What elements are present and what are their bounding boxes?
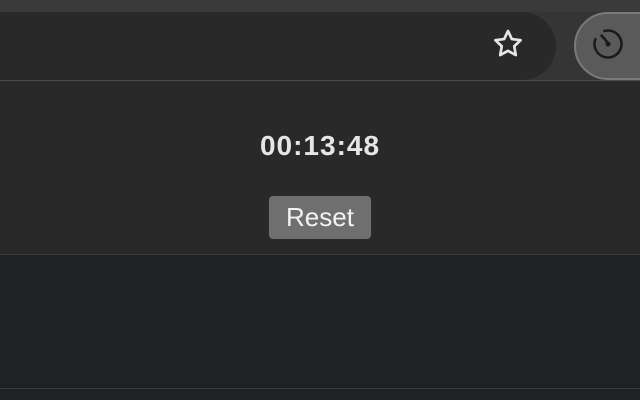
reset-button[interactable]: Reset: [269, 196, 371, 239]
popup-bottom-divider: [0, 254, 640, 255]
tab-strip: [0, 0, 640, 12]
address-bar[interactable]: [0, 12, 556, 80]
browser-window: 00:13:48 Reset: [0, 0, 640, 400]
timer-extension-button[interactable]: [574, 12, 640, 80]
elapsed-time-display: 00:13:48: [259, 130, 381, 161]
browser-toolbar: [0, 0, 640, 80]
timer-icon: [590, 26, 626, 67]
bookmark-star-button[interactable]: [490, 28, 526, 64]
page-divider: [0, 388, 640, 389]
star-outline-icon: [491, 27, 525, 66]
